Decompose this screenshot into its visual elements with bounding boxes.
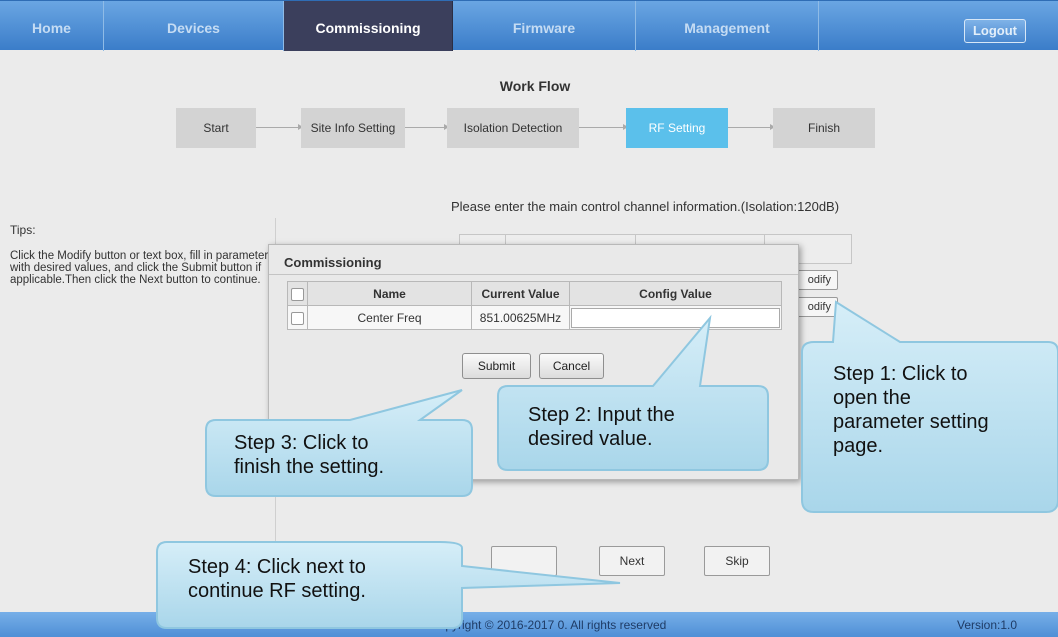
logout-button[interactable]: Logout xyxy=(964,19,1026,43)
column-header-current-value: Current Value xyxy=(471,281,570,306)
callout-step1-text: Step 1: Click to open the parameter settin… xyxy=(833,363,989,457)
workflow-arrow xyxy=(728,124,775,130)
tips-body: Click the Modify button or text box, fil… xyxy=(10,250,274,286)
skip-button[interactable]: Skip xyxy=(704,546,770,576)
submit-button[interactable]: Submit xyxy=(462,353,531,379)
param-current-value: 851.00625MHz xyxy=(471,305,570,330)
config-value-cell xyxy=(569,305,782,330)
column-header-config-value: Config Value xyxy=(569,281,782,306)
workflow-step-finish: Finish xyxy=(773,108,875,148)
workflow-step-rf-setting: RF Setting xyxy=(626,108,728,148)
callout-step4-text: Step 4: Click next to continue RF setting… xyxy=(188,556,366,602)
main-prompt-text: Please enter the main control channel in… xyxy=(451,199,840,214)
callout-step3-text: Step 3: Click to finish the setting. xyxy=(234,432,385,478)
table-row: Center Freq 851.00625MHz xyxy=(287,305,782,330)
column-header-name: Name xyxy=(307,281,472,306)
previous-button[interactable] xyxy=(491,546,557,576)
row-checkbox[interactable] xyxy=(291,311,304,325)
select-all-checkbox[interactable] xyxy=(291,287,304,301)
param-name: Center Freq xyxy=(307,305,472,330)
select-all-cell xyxy=(287,281,308,306)
callout-step2-text: Step 2: Input the desired value. xyxy=(528,404,675,450)
workflow-title: Work Flow xyxy=(499,78,571,94)
top-nav-bar: Home Devices Commissioning Firmware Mana… xyxy=(0,0,1058,51)
tab-devices[interactable]: Devices xyxy=(104,1,284,51)
next-button[interactable]: Next xyxy=(599,546,665,576)
workflow-step-site-info: Site Info Setting xyxy=(301,108,405,148)
cancel-button[interactable]: Cancel xyxy=(539,353,604,379)
workflow-arrow xyxy=(579,124,628,130)
version-text: Version:1.0 xyxy=(957,618,1018,632)
workflow-step-start: Start xyxy=(176,108,256,148)
tips-title: Tips: xyxy=(10,223,36,237)
parameter-table: Name Current Value Config Value Center F… xyxy=(287,281,782,330)
dialog-title: Commissioning xyxy=(284,255,382,270)
workflow-arrow xyxy=(405,124,449,130)
tab-home[interactable]: Home xyxy=(0,1,104,51)
copyright-text: Copyright © 2016-2017 0. All rights rese… xyxy=(430,618,667,632)
tab-firmware[interactable]: Firmware xyxy=(453,1,636,51)
table-header-row: Name Current Value Config Value xyxy=(287,281,782,306)
tab-management[interactable]: Management xyxy=(636,1,819,51)
config-value-input[interactable] xyxy=(571,307,780,328)
tab-commissioning[interactable]: Commissioning xyxy=(284,1,453,51)
row-select-cell xyxy=(287,305,308,330)
divider xyxy=(269,274,798,275)
workflow-step-isolation: Isolation Detection xyxy=(447,108,579,148)
workflow-arrow xyxy=(256,124,303,130)
